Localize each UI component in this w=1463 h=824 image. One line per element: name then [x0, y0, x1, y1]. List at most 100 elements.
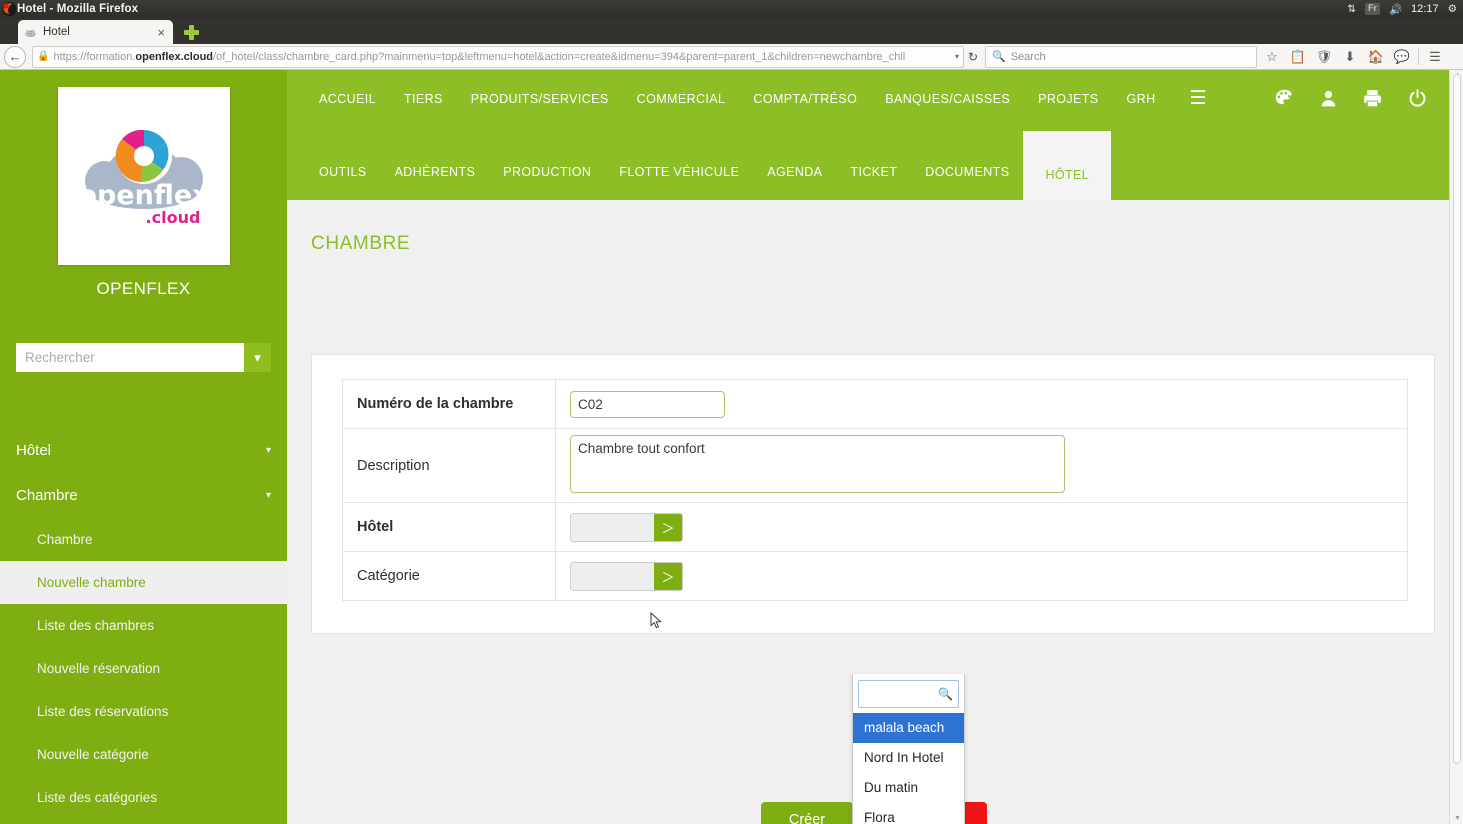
page-scrollbar[interactable]: ▲ ▼ [1449, 70, 1463, 824]
description-textarea[interactable]: Chambre tout confort [570, 434, 1065, 493]
nav-production[interactable]: PRODUCTION [489, 144, 605, 200]
form-card: Numéro de la chambre Description Chambre… [311, 354, 1435, 824]
hotel-dropdown-search[interactable]: 🔍 [858, 680, 959, 708]
label-hotel: Hôtel [342, 502, 556, 552]
power-icon[interactable] [1407, 88, 1428, 109]
reload-button[interactable]: ↻ [964, 50, 982, 64]
form-row-categorie: Catégorie ＞ [342, 551, 1408, 601]
url-path: /of_hotel/class/chambre_card.php?mainmen… [213, 50, 906, 63]
sidebar-item-label: Liste des catégories [37, 790, 158, 805]
hotel-select[interactable]: ＞ [570, 512, 683, 542]
categorie-select[interactable]: ＞ [570, 562, 683, 591]
browser-search-bar[interactable]: 🔍 Search [985, 45, 1257, 68]
chevron-down-icon[interactable]: ＞ [654, 563, 682, 590]
nav-hotel[interactable]: HÔTEL [1023, 131, 1112, 200]
system-tray: ⇅ Fr 🔊 12:17 ⚙ [1347, 0, 1457, 18]
sidebar-search: ▾ [16, 343, 271, 372]
create-button[interactable]: Créer [760, 802, 854, 824]
chat-icon[interactable]: 💬 [1389, 45, 1415, 69]
nav-commercial[interactable]: COMMERCIAL [623, 92, 740, 106]
nav-produits-services[interactable]: PRODUITS/SERVICES [457, 92, 623, 106]
nav-outils[interactable]: OUTILS [305, 144, 381, 200]
network-updown-icon[interactable]: ⇅ [1347, 3, 1356, 15]
sidebar: openflex .cloud OPENFLEX ▾ Hôtel ▾ Chamb… [0, 70, 287, 824]
pocket-icon[interactable]: 🛡 [1311, 45, 1337, 69]
chevron-down-icon: ▾ [265, 490, 271, 501]
sidebar-group-chambre[interactable]: Chambre ▾ [0, 473, 287, 518]
search-dropdown-button[interactable]: ▾ [244, 343, 271, 372]
hotel-option-flora[interactable]: Flora [853, 803, 964, 824]
numero-chambre-input[interactable] [570, 390, 725, 418]
sidebar-item-label: Liste des chambres [37, 618, 155, 633]
url-bar[interactable]: 🔒 https://formation.openflex.cloud/of_ho… [32, 45, 964, 68]
field-description: Chambre tout confort [555, 428, 1408, 503]
logo[interactable]: openflex .cloud [57, 87, 230, 265]
url-protocol: https://formation. [53, 50, 136, 63]
nav-adherents[interactable]: ADHÉRENTS [381, 144, 490, 200]
top-navigation: ACCUEIL TIERS PRODUITS/SERVICES COMMERCI… [287, 70, 1452, 200]
nav-banques-caisses[interactable]: BANQUES/CAISSES [871, 92, 1024, 106]
new-tab-button[interactable] [183, 24, 200, 41]
keyboard-layout-indicator[interactable]: Fr [1365, 3, 1380, 15]
hotel-option-nord-in-hotel[interactable]: Nord In Hotel [853, 743, 964, 773]
home-icon[interactable]: 🏠 [1363, 45, 1389, 69]
nav-compta-treso[interactable]: COMPTA/TRÉSO [739, 92, 871, 106]
cloud-favicon [25, 29, 36, 37]
magnifier-icon: 🔍 [938, 687, 953, 701]
nav-agenda[interactable]: AGENDA [753, 144, 836, 200]
printer-icon[interactable] [1362, 88, 1383, 109]
chambre-form-table: Numéro de la chambre Description Chambre… [342, 379, 1408, 601]
browser-tab[interactable]: Hotel × [18, 20, 173, 44]
sidebar-group-hotel-label: Hôtel [16, 442, 52, 459]
top-nav-primary: ACCUEIL TIERS PRODUITS/SERVICES COMMERCI… [287, 70, 1452, 127]
palette-icon[interactable] [1274, 88, 1295, 109]
sidebar-group-hotel[interactable]: Hôtel ▾ [0, 428, 287, 473]
form-row-description: Description Chambre tout confort [342, 428, 1408, 503]
chevron-down-icon[interactable]: ＞ [654, 513, 682, 541]
hotel-dropdown-list: malala beach Nord In Hotel Du matin Flor… [853, 713, 964, 824]
sidebar-item-nouvelle-chambre[interactable]: Nouvelle chambre [0, 561, 287, 604]
page-title: CHAMBRE [311, 233, 411, 254]
sidebar-group-chambre-label: Chambre [16, 487, 78, 504]
hotel-option-malala-beach[interactable]: malala beach [853, 713, 964, 743]
nav-tiers[interactable]: TIERS [390, 92, 457, 106]
nav-flotte-vehicule[interactable]: FLOTTE VÉHICULE [605, 144, 753, 200]
sidebar-item-label: Liste des réservations [37, 704, 169, 719]
sidebar-item-nouvelle-categorie[interactable]: Nouvelle catégorie [0, 733, 287, 776]
hotel-dropdown-panel: 🔍 malala beach Nord In Hotel Du matin Fl… [852, 674, 965, 824]
clock[interactable]: 12:17 [1411, 3, 1439, 15]
search-input[interactable] [16, 343, 244, 372]
close-tab-icon[interactable]: × [155, 26, 167, 39]
downloads-icon[interactable]: ⬇ [1337, 45, 1363, 69]
nav-ticket[interactable]: TICKET [836, 144, 911, 200]
nav-documents[interactable]: DOCUMENTS [911, 144, 1023, 200]
browser-navbar: ← 🔒 https://formation.openflex.cloud/of_… [0, 44, 1463, 70]
page-scrollbar-thumb[interactable] [1453, 74, 1461, 764]
field-numero-chambre [555, 379, 1408, 429]
nav-projets[interactable]: PROJETS [1024, 92, 1112, 106]
url-dropdown-icon[interactable]: ▾ [951, 52, 959, 61]
nav-accueil[interactable]: ACCUEIL [305, 92, 390, 106]
sidebar-item-chambre[interactable]: Chambre [0, 518, 287, 561]
hotel-option-du-matin[interactable]: Du matin [853, 773, 964, 803]
nav-grh[interactable]: GRH [1113, 92, 1170, 106]
menu-hamburger-icon[interactable]: ☰ [1190, 89, 1207, 108]
volume-icon[interactable]: 🔊 [1389, 3, 1402, 16]
sidebar-item-label: Nouvelle catégorie [37, 747, 149, 762]
menu-hamburger-icon[interactable]: ☰ [1422, 45, 1448, 69]
scroll-down-arrow-icon[interactable]: ▼ [1453, 815, 1462, 822]
bookmark-star-icon[interactable]: ☆ [1259, 45, 1285, 69]
back-button[interactable]: ← [4, 45, 26, 68]
label-categorie: Catégorie [342, 551, 556, 601]
browser-tabstrip: Hotel × [0, 18, 1463, 44]
top-nav-actions [1274, 88, 1452, 109]
user-icon[interactable] [1319, 88, 1338, 109]
field-hotel: ＞ [555, 502, 1408, 552]
reader-icon[interactable]: 📋 [1285, 45, 1311, 69]
sidebar-item-liste-des-chambres[interactable]: Liste des chambres [0, 604, 287, 647]
sidebar-item-liste-des-reservations[interactable]: Liste des réservations [0, 690, 287, 733]
sidebar-item-liste-des-categories[interactable]: Liste des catégories [0, 776, 287, 819]
browser-toolbar-icons: ☆ 📋 🛡 ⬇ 🏠 💬 ☰ [1259, 45, 1448, 69]
power-gear-icon[interactable]: ⚙ [1448, 3, 1457, 15]
sidebar-item-nouvelle-reservation[interactable]: Nouvelle réservation [0, 647, 287, 690]
